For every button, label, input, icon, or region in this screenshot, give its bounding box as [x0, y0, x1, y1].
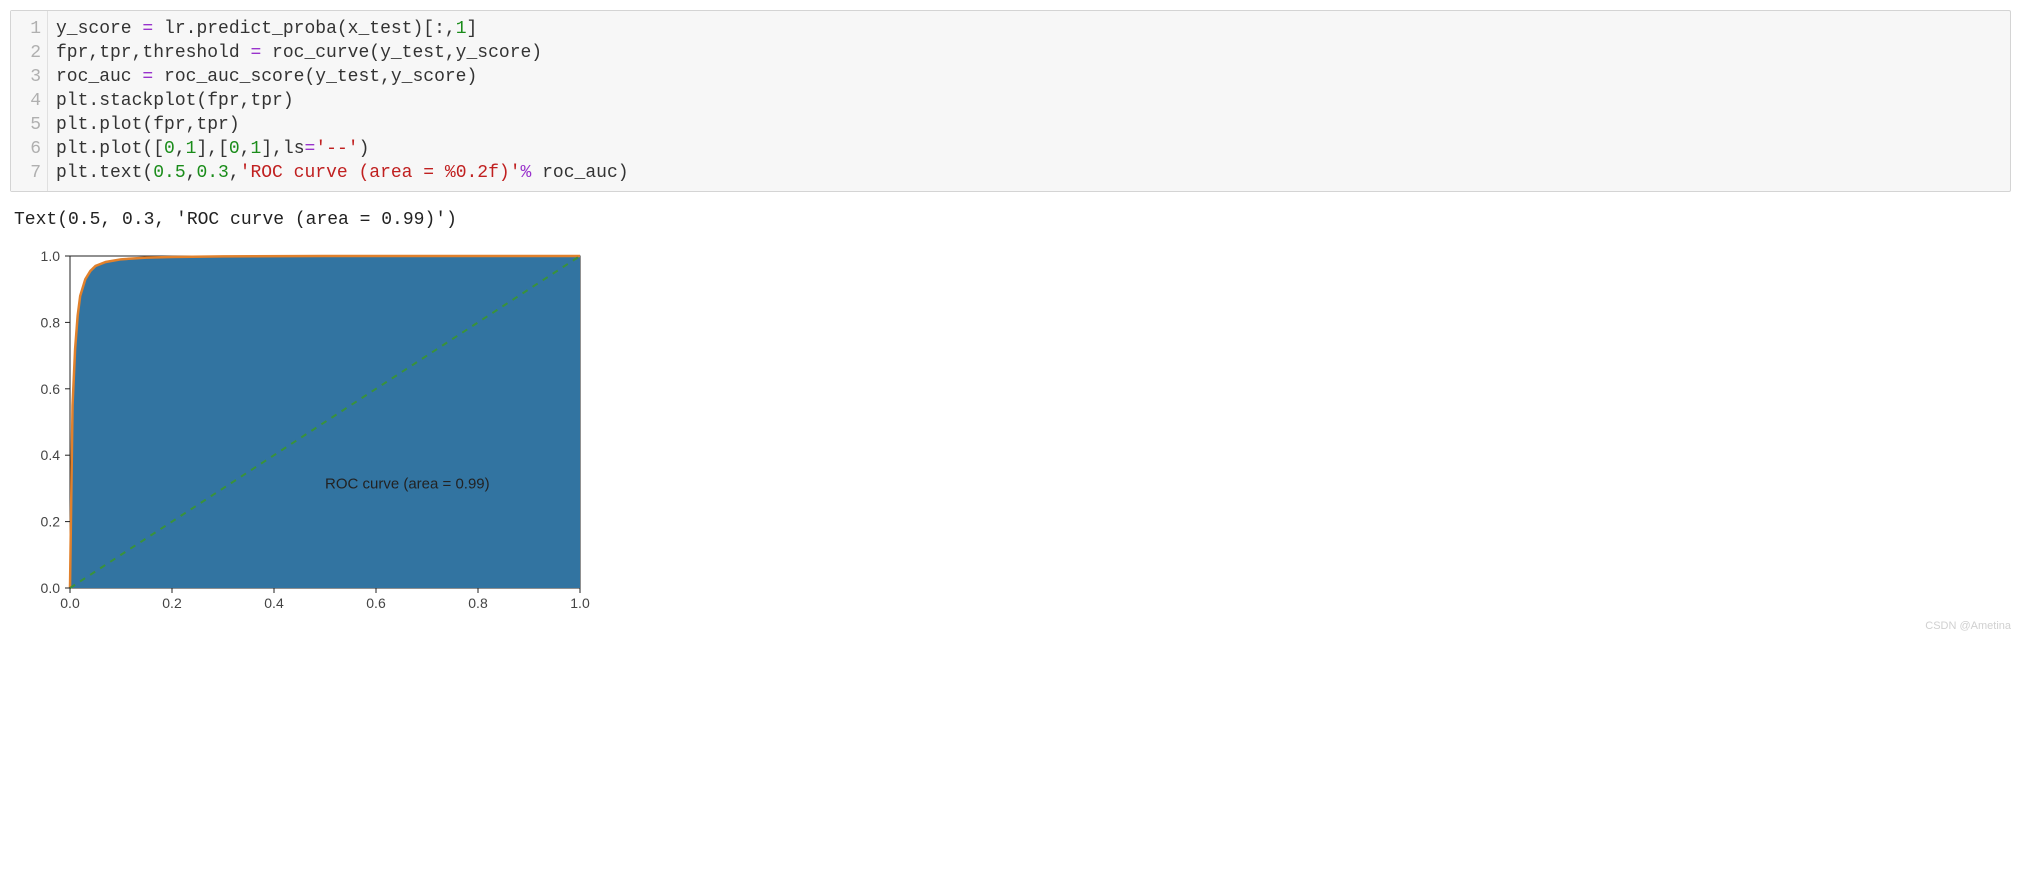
line-number: 5: [17, 113, 41, 137]
code-editor[interactable]: y_score = lr.predict_proba(x_test)[:,1]f…: [48, 11, 2010, 191]
line-number: 2: [17, 41, 41, 65]
svg-text:0.8: 0.8: [468, 595, 488, 611]
roc-chart: ROC curve (area = 0.99) 0.0 0.2 0.4 0.6 0.8 1.…: [14, 242, 2011, 628]
output-text: Text(0.5, 0.3, 'ROC curve (area = 0.99)'…: [14, 210, 2011, 230]
svg-text:1.0: 1.0: [570, 595, 590, 611]
svg-text:0.2: 0.2: [162, 595, 182, 611]
svg-text:1.0: 1.0: [41, 248, 61, 264]
line-number: 3: [17, 65, 41, 89]
line-number: 4: [17, 89, 41, 113]
roc-plot-svg: ROC curve (area = 0.99) 0.0 0.2 0.4 0.6 0.8 1.…: [14, 242, 594, 622]
svg-text:0.4: 0.4: [41, 447, 61, 463]
svg-text:ROC curve (area = 0.99): ROC curve (area = 0.99): [325, 475, 490, 492]
line-number: 7: [17, 161, 41, 185]
line-gutter: 1 2 3 4 5 6 7: [11, 11, 48, 191]
svg-text:0.0: 0.0: [41, 580, 61, 596]
code-cell: 1 2 3 4 5 6 7 y_score = lr.predict_proba…: [10, 10, 2011, 192]
line-number: 1: [17, 17, 41, 41]
svg-text:0.6: 0.6: [41, 381, 61, 397]
svg-text:0.8: 0.8: [41, 314, 61, 330]
svg-text:0.0: 0.0: [60, 595, 80, 611]
svg-text:0.2: 0.2: [41, 514, 61, 530]
line-number: 6: [17, 137, 41, 161]
svg-text:0.6: 0.6: [366, 595, 386, 611]
watermark-text: CSDN @Ametina: [1925, 620, 2011, 632]
svg-text:0.4: 0.4: [264, 595, 284, 611]
